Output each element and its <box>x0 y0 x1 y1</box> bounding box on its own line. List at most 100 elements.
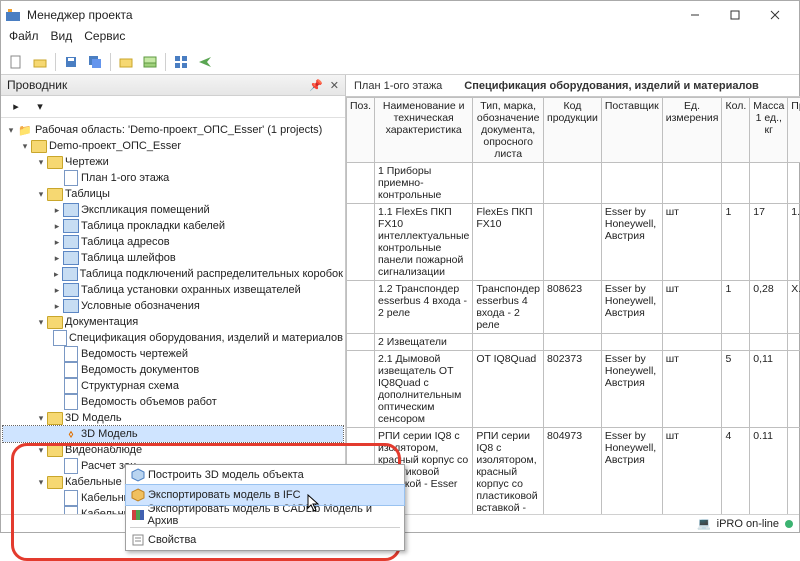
expander-icon[interactable]: ▾ <box>5 125 17 136</box>
tab-plan[interactable]: План 1-ого этажа <box>350 78 446 94</box>
cell <box>662 163 722 204</box>
expander-icon[interactable]: ▸ <box>51 253 63 264</box>
col-header[interactable]: Поставщик <box>601 98 662 163</box>
menu-file[interactable]: Файл <box>9 29 39 49</box>
col-header[interactable]: Примечание <box>788 98 800 163</box>
tree-label: Demo-проект_ОПС_Esser <box>49 140 181 152</box>
col-header[interactable]: Кол. <box>722 98 750 163</box>
menubar: Файл Вид Сервис <box>1 29 799 49</box>
table-row[interactable]: 2.1 Дымовой извещатель OT IQ8Quad с допо… <box>347 351 800 428</box>
tree-node[interactable]: ▾Таблицы <box>3 186 343 202</box>
cube-icon <box>128 468 148 482</box>
expander-icon[interactable]: ▾ <box>35 157 47 168</box>
ctx-export-ifc[interactable]: Экспортировать модель в IFC <box>126 485 404 505</box>
table-row[interactable]: 1.1 FlexEs ПКП FX10 интеллектуальные кон… <box>347 204 800 281</box>
col-header[interactable]: Код продукции <box>544 98 602 163</box>
col-header[interactable]: Масса 1 ед., кг <box>750 98 788 163</box>
export-cadlib-icon <box>128 508 148 522</box>
tree-node[interactable]: ▾ Видеонаблюде <box>3 442 343 458</box>
grid-icon[interactable] <box>170 51 192 73</box>
table-icon <box>63 283 79 297</box>
maximize-button[interactable] <box>715 3 755 27</box>
tree-label: Условные обозначения <box>81 300 200 312</box>
table-row[interactable]: 1 Приборы приемно-контрольные <box>347 163 800 204</box>
col-header[interactable]: Наименование и техническая характеристик… <box>375 98 473 163</box>
explorer-header: Проводник 📌 ✕ <box>1 75 345 96</box>
saveall-icon[interactable] <box>84 51 106 73</box>
tree-label: Видеонаблюде <box>65 444 142 456</box>
tree[interactable]: ▾📁Рабочая область: 'Demo-проект_ОПС_Esse… <box>1 118 345 514</box>
close-button[interactable] <box>755 3 795 27</box>
table-row[interactable]: 1.2 Транспондер esserbus 4 входа - 2 рел… <box>347 281 800 334</box>
expander-icon[interactable]: ▸ <box>51 237 63 248</box>
ctx-properties[interactable]: Свойства <box>126 530 404 550</box>
tree-node[interactable]: ▸Таблица шлейфов <box>3 250 343 266</box>
window-buttons <box>675 3 795 27</box>
layers-icon[interactable] <box>139 51 161 73</box>
root-icon: 📁 <box>17 123 33 137</box>
tree-node[interactable]: ▸ Экспликация помещений <box>3 202 343 218</box>
tree-node[interactable]: Ведомость чертежей <box>3 346 343 362</box>
table-row[interactable]: РПИ серии IQ8 с изолятором, красный корп… <box>347 428 800 515</box>
save-icon[interactable] <box>60 51 82 73</box>
tab-spec[interactable]: Спецификация оборудования, изделий и мат… <box>460 78 763 94</box>
expander-icon[interactable]: ▾ <box>35 189 47 200</box>
menu-service[interactable]: Сервис <box>84 29 125 49</box>
tree-node[interactable]: ▸Таблица прокладки кабелей <box>3 218 343 234</box>
cell: X.1.22-25 <box>788 281 800 334</box>
expander-icon[interactable]: ▸ <box>51 301 63 312</box>
expander-icon[interactable]: ▸ <box>51 221 63 232</box>
expander-icon[interactable]: ▸ <box>51 205 63 216</box>
tree-node[interactable]: ▸Таблица адресов <box>3 234 343 250</box>
expand-all-icon[interactable]: ▸ <box>5 96 27 118</box>
table-row[interactable]: 2 Извещатели <box>347 334 800 351</box>
col-header[interactable]: Поз. <box>347 98 375 163</box>
expander-icon[interactable]: ▾ <box>35 413 47 424</box>
expander-icon[interactable]: ▸ <box>51 269 62 280</box>
tree-label: Чертежи <box>65 156 109 168</box>
tree-node[interactable]: Структурная схема <box>3 378 343 394</box>
expander-icon[interactable]: ▾ <box>19 141 31 152</box>
tree-node[interactable]: ▸Таблица установки охранных извещателей <box>3 282 343 298</box>
folder-icon <box>47 411 63 425</box>
cell: 2 Извещатели <box>375 334 473 351</box>
tree-node[interactable]: Ведомость документов <box>3 362 343 378</box>
tree-node[interactable]: Ведомость объемов работ <box>3 394 343 410</box>
tree-node[interactable]: ▸Таблица подключений распределительных к… <box>3 266 343 282</box>
expander-icon[interactable]: ▾ <box>35 317 47 328</box>
pin-icon[interactable]: 📌 <box>309 80 323 92</box>
tree-node[interactable]: ⬨3D Модель <box>3 426 343 442</box>
col-header[interactable]: Тип, марка, обозначение документа, опрос… <box>473 98 544 163</box>
collapse-all-icon[interactable]: ▾ <box>29 96 51 118</box>
tree-node[interactable]: ▾Документация <box>3 314 343 330</box>
table-icon <box>63 299 79 313</box>
ctx-build-3d[interactable]: Построить 3D модель объекта <box>126 465 404 485</box>
tree-node[interactable]: ▾3D Модель <box>3 410 343 426</box>
doc-icon <box>63 363 79 377</box>
tree-node[interactable]: Спецификация оборудования, изделий и мат… <box>3 330 343 346</box>
tree-node[interactable]: ▾ Чертежи <box>3 154 343 170</box>
ctx-export-cadlib[interactable]: Экспортировать модель в CADLib Модель и … <box>126 505 404 525</box>
tree-node[interactable]: ▸ Условные обозначения <box>3 298 343 314</box>
expander-icon[interactable]: ▸ <box>51 285 63 296</box>
send-icon[interactable] <box>194 51 216 73</box>
close-panel-icon[interactable]: ✕ <box>330 80 339 92</box>
cell: Транспондер esserbus 4 входа - 2 реле <box>473 281 544 334</box>
doc-icon <box>63 379 79 393</box>
cell: Esser by Honeywell, Австрия <box>601 281 662 334</box>
titlebar: Менеджер проекта <box>1 1 799 29</box>
expander-icon[interactable]: ▾ <box>35 477 47 488</box>
tree-label: Экспликация помещений <box>81 204 210 216</box>
tree-node[interactable]: План 1-ого этажа <box>3 170 343 186</box>
new-icon[interactable] <box>5 51 27 73</box>
tree-node[interactable]: ▾ Demo-проект_ОПС_Esser <box>3 138 343 154</box>
minimize-button[interactable] <box>675 3 715 27</box>
col-header[interactable]: Ед. измерения <box>662 98 722 163</box>
folder-icon[interactable] <box>115 51 137 73</box>
tree-label: Спецификация оборудования, изделий и мат… <box>69 332 343 344</box>
open-icon[interactable] <box>29 51 51 73</box>
grid-wrap[interactable]: Поз.Наименование и техническая характери… <box>346 97 800 514</box>
expander-icon[interactable]: ▾ <box>35 445 47 456</box>
menu-view[interactable]: Вид <box>51 29 73 49</box>
tree-node[interactable]: ▾📁Рабочая область: 'Demo-проект_ОПС_Esse… <box>3 122 343 138</box>
